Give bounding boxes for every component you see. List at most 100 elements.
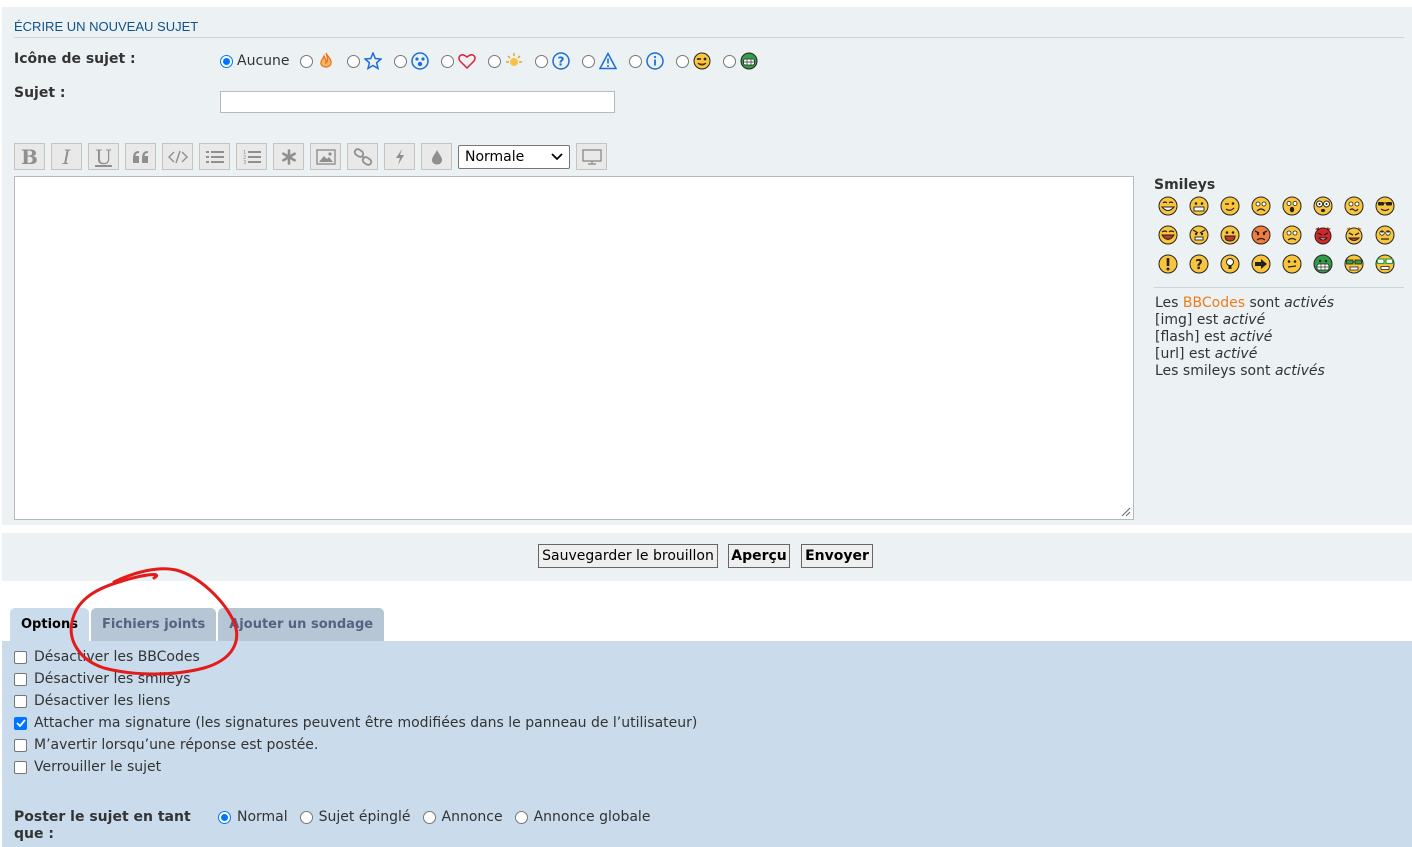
geek-smiley-icon[interactable]: [1343, 253, 1365, 275]
underline-button[interactable]: U: [88, 143, 119, 170]
list-item-button[interactable]: [273, 143, 304, 170]
twisted-smiley-icon[interactable]: [1343, 224, 1365, 246]
wink-smiley-icon[interactable]: [1219, 195, 1241, 217]
arrow-smiley-icon[interactable]: [1250, 253, 1272, 275]
sun-icon: [505, 52, 523, 70]
flash-icon: [395, 148, 404, 165]
image-button[interactable]: [310, 143, 341, 170]
svg-text:3: 3: [243, 160, 246, 165]
neutral-smiley-icon[interactable]: [1281, 253, 1303, 275]
laughing-smiley-icon[interactable]: [1157, 224, 1179, 246]
topic-icon-radio-shock[interactable]: [393, 54, 407, 68]
checkmark-icon: [15, 719, 26, 727]
very-happy-smiley-icon[interactable]: [1157, 195, 1179, 217]
form-heading: ÉCRIRE UN NOUVEAU SUJET: [14, 19, 199, 34]
flash-status-line: [flash] est activé: [1155, 329, 1273, 345]
topic-icon-none-label: Aucune: [237, 53, 290, 69]
bold-button[interactable]: B: [14, 143, 45, 170]
disable-bbcode-checkbox[interactable]: [14, 650, 27, 664]
chevron-down-icon: [551, 152, 563, 160]
heading-divider: [14, 37, 1404, 38]
sad-smiley-icon[interactable]: [1250, 195, 1272, 217]
subject-input[interactable]: [220, 91, 615, 113]
subject-label: Sujet :: [14, 85, 66, 101]
wink-smiley-icon: [693, 52, 711, 70]
submit-button[interactable]: Envoyer: [801, 544, 873, 568]
confused-smiley-icon[interactable]: [1343, 195, 1365, 217]
italic-button[interactable]: I: [51, 143, 82, 170]
message-textarea[interactable]: [14, 176, 1134, 520]
quote-button[interactable]: [125, 143, 156, 170]
post-as-announce-radio[interactable]: [422, 810, 436, 824]
code-button[interactable]: [162, 143, 193, 170]
cool-smiley-icon[interactable]: [1374, 195, 1396, 217]
evil-smiley-icon[interactable]: [1312, 224, 1334, 246]
exclaim-smiley-icon[interactable]: [1157, 253, 1179, 275]
flash-button[interactable]: [384, 143, 415, 170]
topic-icon-radio-question[interactable]: [534, 54, 548, 68]
post-as-radio-group: Normal Sujet épinglé Annonce Annonce glo…: [218, 809, 662, 825]
bbcodes-help-link[interactable]: BBCodes: [1183, 295, 1245, 311]
notify-reply-checkbox[interactable]: [14, 738, 27, 752]
option-lock-topic[interactable]: Verrouiller le sujet: [14, 759, 161, 775]
idea-smiley-icon[interactable]: [1219, 253, 1241, 275]
topic-icon-radio-warning[interactable]: [581, 54, 595, 68]
svg-text:?: ?: [1195, 258, 1203, 273]
disable-links-checkbox[interactable]: [14, 694, 27, 708]
topic-icon-radio-none[interactable]: [220, 54, 233, 68]
post-as-label: Poster le sujet en tant que :: [14, 809, 191, 842]
bbcode-status: Les BBCodes sont activés [img] est activ…: [1155, 295, 1334, 380]
uber-geek-smiley-icon[interactable]: [1374, 253, 1396, 275]
font-size-select[interactable]: Normale: [458, 144, 570, 169]
url-status-line: [url] est activé: [1155, 346, 1258, 362]
post-as-global-radio[interactable]: [514, 810, 528, 824]
option-notify-reply[interactable]: M’avertir lorsqu’une réponse est postée.: [14, 737, 318, 753]
crying-smiley-icon[interactable]: [1281, 224, 1303, 246]
warning-icon: [598, 52, 617, 70]
code-icon: [167, 150, 188, 163]
monitor-icon: [581, 148, 602, 165]
post-as-sticky-radio[interactable]: [299, 810, 313, 824]
smileys-divider: [1154, 287, 1404, 288]
mr-green-smiley-icon[interactable]: [1312, 253, 1334, 275]
lock-topic-checkbox[interactable]: [14, 760, 27, 774]
topic-icon-radio-wink[interactable]: [675, 54, 689, 68]
color-button[interactable]: [421, 143, 452, 170]
embarrassed-smiley-icon[interactable]: [1250, 224, 1272, 246]
resize-handle-icon[interactable]: [1121, 507, 1131, 517]
full-editor-button[interactable]: [576, 143, 607, 170]
list-icon: [205, 150, 224, 163]
surprised-smiley-icon[interactable]: [1281, 195, 1303, 217]
color-drop-icon: [431, 149, 442, 164]
disable-smileys-checkbox[interactable]: [14, 672, 27, 686]
rolleyes-smiley-icon[interactable]: [1374, 224, 1396, 246]
smile-smiley-icon[interactable]: [1188, 195, 1210, 217]
link-button[interactable]: [347, 143, 378, 170]
list-numbered-button[interactable]: 123: [236, 143, 267, 170]
question-smiley-icon[interactable]: ?: [1188, 253, 1210, 275]
topic-icon-radio-heart[interactable]: [440, 54, 454, 68]
option-attach-signature[interactable]: Attacher ma signature (les signatures pe…: [14, 715, 697, 731]
post-form-panel: ÉCRIRE UN NOUVEAU SUJET Icône de sujet :…: [2, 7, 1412, 525]
option-disable-links[interactable]: Désactiver les liens: [14, 693, 170, 709]
topic-icon-radio-star[interactable]: [346, 54, 360, 68]
list-button[interactable]: [199, 143, 230, 170]
topic-icon-radio-fire[interactable]: [299, 54, 313, 68]
attach-signature-checkbox[interactable]: [14, 716, 27, 730]
quote-icon: [132, 150, 148, 163]
asterisk-icon: [281, 148, 296, 165]
bbcode-toolbar: B I U 123 Normale: [14, 143, 613, 170]
svg-text:?: ?: [557, 55, 564, 69]
heart-icon: [457, 52, 476, 70]
save-draft-button[interactable]: Sauvegarder le brouillon: [538, 544, 718, 568]
topic-icon-radio-grin[interactable]: [722, 54, 736, 68]
topic-icon-radio-info[interactable]: [628, 54, 642, 68]
img-status-line: [img] est activé: [1155, 312, 1266, 328]
topic-icon-picker: Aucune ?: [220, 51, 770, 71]
mad-smiley-icon[interactable]: [1188, 224, 1210, 246]
preview-button[interactable]: Aperçu: [728, 544, 790, 568]
shocked-smiley-icon[interactable]: [1312, 195, 1334, 217]
topic-icon-radio-sun[interactable]: [487, 54, 501, 68]
razz-smiley-icon[interactable]: [1219, 224, 1241, 246]
post-as-normal-radio[interactable]: [218, 810, 231, 824]
